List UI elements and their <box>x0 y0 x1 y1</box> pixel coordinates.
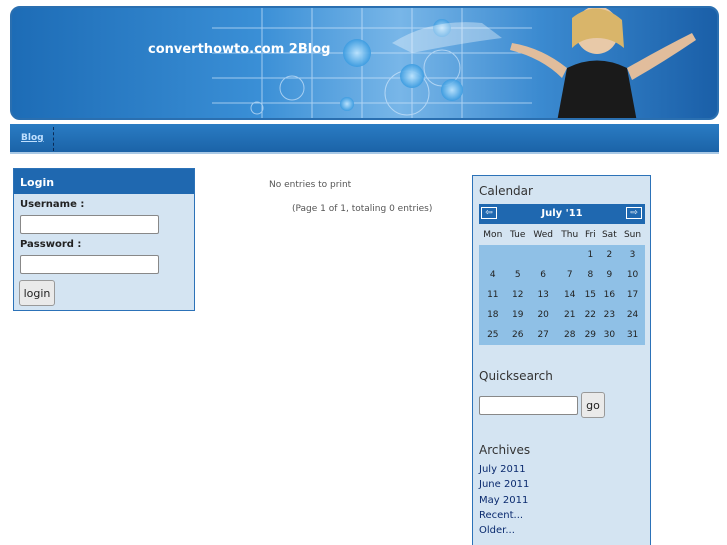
login-title: Login <box>14 169 194 194</box>
header-banner: converthowto.com 2Blog <box>10 6 719 120</box>
calendar-day: 15 <box>581 285 599 305</box>
paging-info: (Page 1 of 1, totaling 0 entries) <box>292 204 433 214</box>
calendar-day <box>479 245 507 265</box>
calendar-day: 23 <box>598 305 621 325</box>
archive-link-older[interactable]: Older... <box>479 525 515 536</box>
calendar-day: 2 <box>598 245 621 265</box>
calendar-day: 28 <box>557 325 582 345</box>
username-input[interactable] <box>20 215 159 234</box>
calendar-day: 20 <box>528 305 558 325</box>
calendar-day: 19 <box>506 305 529 325</box>
quicksearch-go-button[interactable]: go <box>581 392 605 418</box>
quicksearch-title: Quicksearch <box>479 369 553 383</box>
calendar-day: 13 <box>528 285 558 305</box>
banner-graphic <box>212 8 696 118</box>
calendar-day: 30 <box>598 325 621 345</box>
archive-link-recent[interactable]: Recent... <box>479 510 523 521</box>
calendar-title: Calendar <box>479 184 533 198</box>
weekday-label: Tue <box>506 225 529 245</box>
password-input[interactable] <box>20 255 159 274</box>
calendar-week: 18 19 20 21 22 23 24 <box>479 305 645 325</box>
calendar-day: 7 <box>557 265 582 285</box>
nav-separator <box>53 127 54 151</box>
calendar-day: 11 <box>479 285 507 305</box>
calendar-day: 25 <box>479 325 507 345</box>
archive-link-june-2011[interactable]: June 2011 <box>479 479 529 490</box>
calendar-day: 16 <box>598 285 621 305</box>
calendar-day: 26 <box>506 325 529 345</box>
calendar-week: 11 12 13 14 15 16 17 <box>479 285 645 305</box>
weekday-label: Sun <box>620 225 645 245</box>
calendar-header: ⇦ July '11 ⇨ <box>479 204 645 224</box>
no-entries-message: No entries to print <box>269 180 352 190</box>
calendar-day <box>557 245 582 265</box>
arrow-right-icon[interactable]: ⇨ <box>626 207 642 219</box>
weekday-label: Wed <box>528 225 558 245</box>
calendar-month: July '11 <box>541 208 583 219</box>
calendar-day: 22 <box>581 305 599 325</box>
quicksearch-input[interactable] <box>479 396 578 415</box>
nav-item-blog[interactable]: Blog <box>21 133 44 143</box>
archive-link-may-2011[interactable]: May 2011 <box>479 495 528 506</box>
weekday-label: Mon <box>479 225 507 245</box>
calendar-day <box>506 245 529 265</box>
calendar-day: 24 <box>620 305 645 325</box>
calendar-grid: Mon Tue Wed Thu Fri Sat Sun 1 2 3 4 5 6 … <box>479 225 645 345</box>
calendar-week: 25 26 27 28 29 30 31 <box>479 325 645 345</box>
login-panel: Login Username : Password : login <box>13 168 195 311</box>
weekday-label: Sat <box>598 225 621 245</box>
calendar-day: 27 <box>528 325 558 345</box>
weekday-label: Thu <box>557 225 582 245</box>
nav-bar: Blog <box>10 124 719 154</box>
password-label: Password : <box>20 239 82 250</box>
login-button[interactable]: login <box>19 280 55 306</box>
calendar-day: 21 <box>557 305 582 325</box>
calendar-weekday-row: Mon Tue Wed Thu Fri Sat Sun <box>479 225 645 245</box>
calendar-day: 5 <box>506 265 529 285</box>
right-sidebar: Calendar ⇦ July '11 ⇨ Mon Tue Wed Thu Fr… <box>472 175 651 545</box>
calendar-day: 29 <box>581 325 599 345</box>
calendar-day: 8 <box>581 265 599 285</box>
calendar-day: 3 <box>620 245 645 265</box>
calendar-week: 1 2 3 <box>479 245 645 265</box>
calendar-day: 31 <box>620 325 645 345</box>
calendar-day <box>528 245 558 265</box>
username-label: Username : <box>20 199 85 210</box>
page: converthowto.com 2Blog Blog Login Userna… <box>0 0 727 545</box>
archive-link-july-2011[interactable]: July 2011 <box>479 464 526 475</box>
calendar-day: 9 <box>598 265 621 285</box>
calendar-day: 17 <box>620 285 645 305</box>
weekday-label: Fri <box>581 225 599 245</box>
site-title[interactable]: converthowto.com 2Blog <box>148 42 330 57</box>
calendar-day: 14 <box>557 285 582 305</box>
calendar-week: 4 5 6 7 8 9 10 <box>479 265 645 285</box>
calendar-day: 10 <box>620 265 645 285</box>
calendar-day: 4 <box>479 265 507 285</box>
calendar-day: 6 <box>528 265 558 285</box>
calendar-day: 1 <box>581 245 599 265</box>
calendar-day: 12 <box>506 285 529 305</box>
calendar-day: 18 <box>479 305 507 325</box>
archives-title: Archives <box>479 443 531 457</box>
